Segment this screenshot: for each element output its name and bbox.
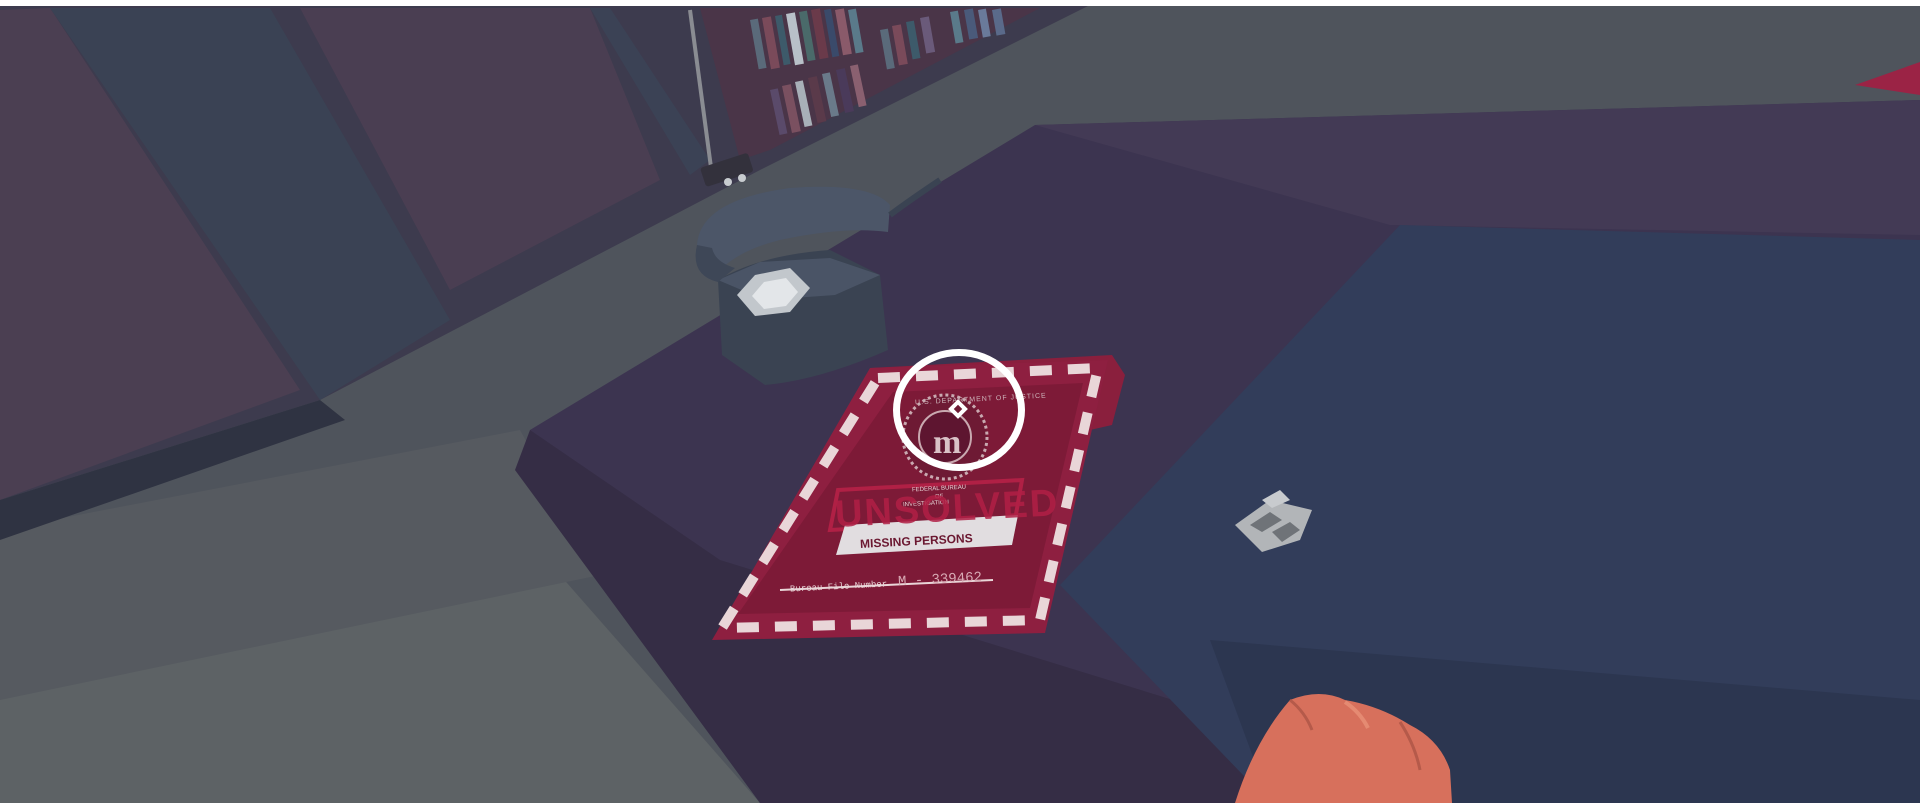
game-viewport[interactable]: U.S. DEPARTMENT OF JUSTICE m FEDERAL BUR… (0, 6, 1920, 803)
outlet-socket (738, 174, 746, 182)
outlet-socket (724, 178, 732, 186)
